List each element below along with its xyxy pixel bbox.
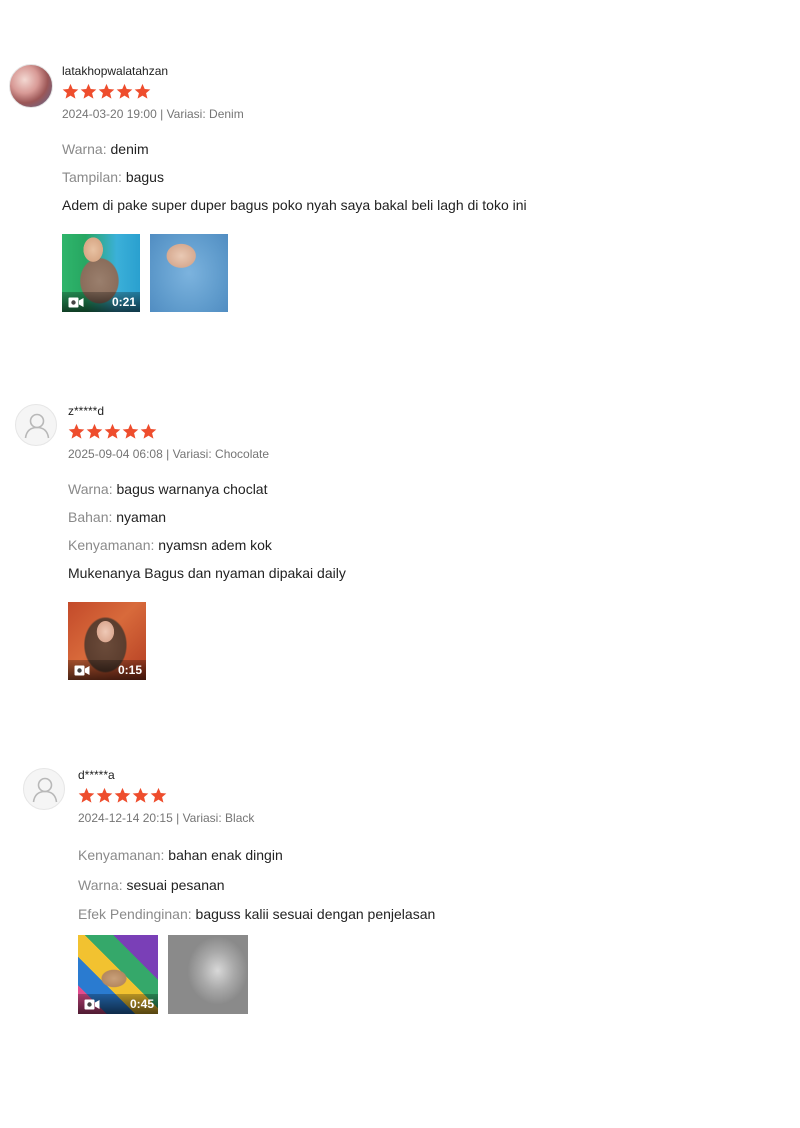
video-overlay: 0:15	[68, 660, 146, 680]
star-icon	[134, 83, 151, 99]
rating-stars	[62, 83, 527, 101]
attribute-value: bagus	[125, 169, 164, 185]
image-thumbnail[interactable]	[150, 234, 228, 312]
meta-separator: |	[160, 107, 164, 121]
attribute-value: baguss kalii sesuai dengan penjelasan	[195, 906, 436, 922]
review-media: 0:45	[78, 935, 435, 1014]
attribute-row: Tampilan: bagus	[62, 169, 527, 186]
attribute-key: Tampilan:	[62, 169, 122, 185]
attribute-key: Warna:	[68, 481, 113, 497]
star-icon	[104, 423, 121, 439]
attribute-key: Bahan:	[68, 509, 113, 525]
star-icon	[68, 423, 85, 439]
video-thumbnail[interactable]: 0:21	[62, 234, 140, 312]
review-attributes: Warna: denim Tampilan: bagus	[62, 141, 527, 186]
review-username: z*****d	[68, 404, 105, 418]
star-icon	[80, 83, 97, 99]
video-duration: 0:15	[117, 663, 142, 677]
default-user-icon	[32, 777, 58, 803]
star-icon	[62, 83, 79, 99]
attribute-value: nyaman	[116, 509, 167, 525]
review-meta: 2025-09-04 06:08 | Variasi: Chocolate	[68, 447, 346, 461]
meta-separator: |	[166, 447, 170, 461]
variation-value: Black	[225, 811, 255, 825]
attribute-row: Efek Pendinginan: baguss kalii sesuai de…	[78, 906, 435, 923]
user-avatar[interactable]	[23, 768, 65, 810]
review-username: latakhopwalatahzan	[62, 64, 169, 78]
attribute-key: Kenyamanan:	[78, 847, 165, 863]
attribute-value: sesuai pesanan	[126, 877, 225, 893]
star-icon	[140, 423, 157, 439]
review-date: 2024-12-14 20:15	[78, 811, 173, 825]
variation-label: Variasi:	[172, 447, 212, 461]
review-media: 0:15	[68, 602, 346, 680]
star-icon	[86, 423, 103, 439]
star-icon	[150, 787, 167, 803]
attribute-key: Efek Pendinginan:	[78, 906, 192, 922]
video-camera-icon	[68, 297, 84, 307]
attribute-value: nyamsn adem kok	[158, 537, 272, 553]
variation-value: Chocolate	[215, 447, 270, 461]
star-icon	[116, 83, 133, 99]
image-thumbnail[interactable]	[168, 935, 248, 1014]
attribute-value: denim	[110, 141, 149, 157]
user-avatar[interactable]	[9, 64, 53, 108]
review-attributes: Kenyamanan: bahan enak dingin Warna: ses…	[78, 847, 435, 923]
video-camera-icon	[74, 665, 90, 675]
attribute-value: bagus warnanya choclat	[116, 481, 268, 497]
review-date: 2024-03-20 19:00	[62, 107, 157, 121]
video-thumbnail[interactable]: 0:15	[68, 602, 146, 680]
attribute-row: Kenyamanan: nyamsn adem kok	[68, 537, 346, 554]
video-duration: 0:21	[111, 295, 136, 309]
video-overlay: 0:21	[62, 292, 140, 312]
rating-stars	[78, 787, 435, 805]
star-icon	[132, 787, 149, 803]
star-icon	[122, 423, 139, 439]
star-icon	[78, 787, 95, 803]
video-thumbnail[interactable]: 0:45	[78, 935, 158, 1014]
attribute-key: Kenyamanan:	[68, 537, 155, 553]
star-icon	[114, 787, 131, 803]
rating-stars	[68, 423, 346, 441]
review-date: 2025-09-04 06:08	[68, 447, 163, 461]
attribute-row: Kenyamanan: bahan enak dingin	[78, 847, 435, 864]
attribute-row: Warna: sesuai pesanan	[78, 877, 435, 894]
variation-label: Variasi:	[166, 107, 206, 121]
star-icon	[96, 787, 113, 803]
review-comment: Mukenanya Bagus dan nyaman dipakai daily	[68, 565, 346, 581]
default-user-icon	[24, 413, 50, 439]
attribute-row: Bahan: nyaman	[68, 509, 346, 526]
attribute-row: Warna: denim	[62, 141, 527, 158]
star-icon	[98, 83, 115, 99]
review-meta: 2024-03-20 19:00 | Variasi: Denim	[62, 107, 527, 121]
meta-separator: |	[176, 811, 180, 825]
review-username: d*****a	[78, 768, 115, 782]
attribute-row: Warna: bagus warnanya choclat	[68, 481, 346, 498]
variation-label: Variasi:	[182, 811, 222, 825]
video-overlay: 0:45	[78, 994, 158, 1014]
video-camera-icon	[84, 999, 100, 1009]
review-meta: 2024-12-14 20:15 | Variasi: Black	[78, 811, 435, 825]
review-comment: Adem di pake super duper bagus poko nyah…	[62, 197, 527, 213]
variation-value: Denim	[209, 107, 244, 121]
review-attributes: Warna: bagus warnanya choclat Bahan: nya…	[68, 481, 346, 554]
attribute-value: bahan enak dingin	[168, 847, 283, 863]
user-avatar[interactable]	[15, 404, 57, 446]
attribute-key: Warna:	[78, 877, 123, 893]
attribute-key: Warna:	[62, 141, 107, 157]
review-media: 0:21	[62, 234, 527, 312]
video-duration: 0:45	[129, 997, 154, 1011]
